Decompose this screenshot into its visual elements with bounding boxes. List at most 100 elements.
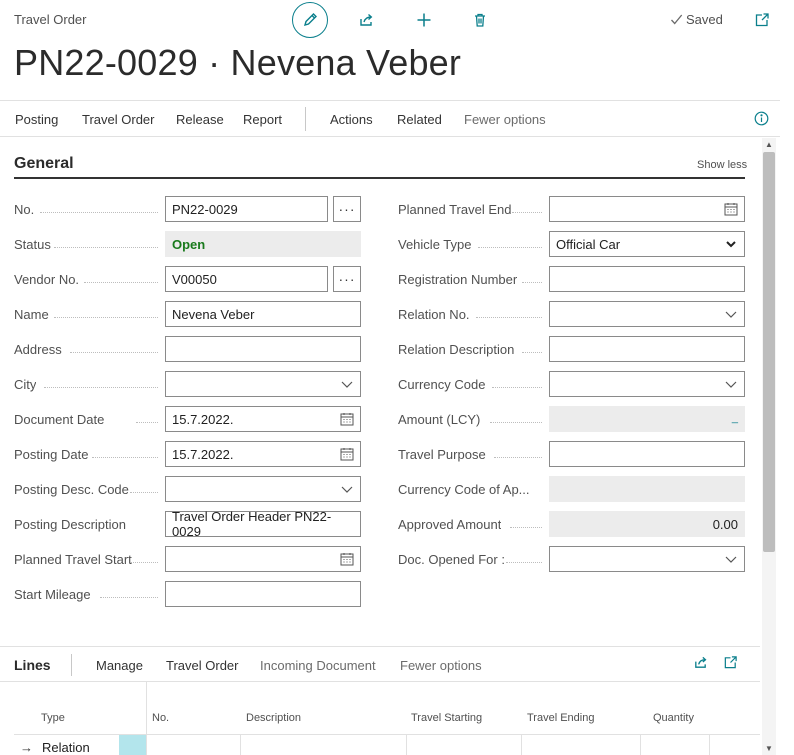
label-dots xyxy=(522,282,542,283)
grid-column-divider xyxy=(240,735,241,755)
share-icon xyxy=(360,13,373,26)
no-label: No. xyxy=(14,202,35,217)
column-header-travel-starting[interactable]: Travel Starting xyxy=(411,712,482,724)
planned-travel-start-label: Planned Travel Start xyxy=(14,552,132,567)
info-icon[interactable] xyxy=(754,111,769,131)
currency-code-approved-label: Currency Code of Ap... xyxy=(398,482,530,497)
currency-code-field[interactable] xyxy=(549,371,745,397)
planned-travel-end-field[interactable] xyxy=(549,196,745,222)
vehicle-type-label: Vehicle Type xyxy=(398,237,472,252)
amount-lcy-label: Amount (LCY) xyxy=(398,412,481,427)
start-mileage-field[interactable] xyxy=(165,581,361,607)
lines-action-fewer-options[interactable]: Fewer options xyxy=(400,658,482,673)
general-section-title[interactable]: General xyxy=(14,155,74,173)
posting-date-field[interactable]: 15.7.2022. xyxy=(165,441,361,467)
approved-amount-field: 0.00 xyxy=(549,511,745,537)
travel-purpose-field[interactable] xyxy=(549,441,745,467)
action-travel-order[interactable]: Travel Order xyxy=(82,112,154,127)
planned-travel-end-label: Planned Travel End xyxy=(398,202,512,217)
doc-opened-for-field[interactable] xyxy=(549,546,745,572)
no-field[interactable]: PN22-0029 xyxy=(165,196,328,222)
action-release[interactable]: Release xyxy=(176,112,224,127)
posting-desc-code-field[interactable] xyxy=(165,476,361,502)
label-dots xyxy=(512,212,542,213)
trash-icon xyxy=(475,13,485,27)
vendor-lookup-button[interactable]: ··· xyxy=(333,266,361,292)
action-fewer-options[interactable]: Fewer options xyxy=(464,112,546,127)
lines-expand-icon[interactable] xyxy=(723,655,738,675)
lines-section-title[interactable]: Lines xyxy=(14,657,51,673)
column-header-travel-ending[interactable]: Travel Ending xyxy=(527,712,594,724)
new-button[interactable] xyxy=(406,2,442,38)
action-actions[interactable]: Actions xyxy=(330,112,373,127)
page-title: PN22-0029 · Nevena Veber xyxy=(14,42,462,83)
label-dots xyxy=(522,352,542,353)
lines-share-icon[interactable] xyxy=(693,655,708,675)
column-header-description[interactable]: Description xyxy=(246,712,301,724)
lines-action-manage[interactable]: Manage xyxy=(96,658,143,673)
lines-separator xyxy=(71,654,72,676)
start-mileage-label: Start Mileage xyxy=(14,587,91,602)
grid-column-divider xyxy=(709,735,710,755)
currency-code-approved-field xyxy=(549,476,745,502)
label-dots xyxy=(490,422,542,423)
posting-description-field[interactable]: Travel Order Header PN22-0029 xyxy=(165,509,361,539)
scroll-up-icon[interactable]: ▲ xyxy=(765,140,773,149)
label-dots xyxy=(70,352,158,353)
calendar-icon[interactable] xyxy=(340,552,354,566)
calendar-icon[interactable] xyxy=(340,412,354,426)
approved-amount-label: Approved Amount xyxy=(398,517,502,532)
top-bar: Travel Order Saved xyxy=(0,0,794,40)
registration-number-field[interactable] xyxy=(549,266,745,292)
scroll-down-icon[interactable]: ▼ xyxy=(765,744,773,753)
vehicle-type-select[interactable]: Official Car xyxy=(549,231,745,257)
planned-travel-start-field[interactable] xyxy=(165,546,361,572)
amount-lcy-field[interactable]: _ xyxy=(549,406,745,432)
label-dots xyxy=(54,317,158,318)
page-scrollbar[interactable]: ▲ ▼ xyxy=(762,138,776,755)
saved-label: Saved xyxy=(686,12,723,27)
label-dots xyxy=(506,562,542,563)
chevron-down-icon xyxy=(341,381,353,388)
edit-button[interactable] xyxy=(292,2,328,38)
grid-column-divider xyxy=(146,682,147,755)
lines-action-travel-order[interactable]: Travel Order xyxy=(166,658,238,673)
lines-action-incoming-document[interactable]: Incoming Document xyxy=(260,658,376,673)
column-header-type[interactable]: Type xyxy=(41,712,65,724)
document-date-field[interactable]: 15.7.2022. xyxy=(165,406,361,432)
chevron-down-icon xyxy=(725,311,737,318)
column-header-no[interactable]: No. xyxy=(152,712,169,724)
relation-no-field[interactable] xyxy=(549,301,745,327)
saved-status: Saved xyxy=(670,12,723,27)
amount-lcy-value[interactable]: _ xyxy=(732,412,738,424)
calendar-icon[interactable] xyxy=(340,447,354,461)
delete-button[interactable] xyxy=(462,2,498,38)
action-related[interactable]: Related xyxy=(397,112,442,127)
document-date-label: Document Date xyxy=(14,412,105,427)
check-icon xyxy=(671,14,683,25)
calendar-icon[interactable] xyxy=(724,202,738,216)
row-arrow-icon: → xyxy=(20,740,33,755)
no-lookup-button[interactable]: ··· xyxy=(333,196,361,222)
name-field[interactable]: Nevena Veber xyxy=(165,301,361,327)
row-type-cell[interactable]: Relation xyxy=(42,740,90,755)
selected-cell[interactable] xyxy=(119,735,146,755)
action-report[interactable]: Report xyxy=(243,112,282,127)
label-dots xyxy=(40,212,158,213)
scroll-thumb[interactable] xyxy=(763,152,775,552)
label-dots xyxy=(92,457,158,458)
relation-description-field[interactable] xyxy=(549,336,745,362)
column-header-quantity[interactable]: Quantity xyxy=(653,712,694,724)
label-dots xyxy=(84,282,158,283)
share-button[interactable] xyxy=(348,2,384,38)
address-field[interactable] xyxy=(165,336,361,362)
lines-bar: Lines Manage Travel Order Incoming Docum… xyxy=(0,646,760,682)
vendor-no-field[interactable]: V00050 xyxy=(165,266,328,292)
registration-number-label: Registration Number xyxy=(398,272,518,287)
currency-code-label: Currency Code xyxy=(398,377,486,392)
action-posting[interactable]: Posting xyxy=(15,112,58,127)
show-less-link[interactable]: Show less xyxy=(697,159,747,171)
label-dots xyxy=(44,387,158,388)
city-field[interactable] xyxy=(165,371,361,397)
popout-button[interactable] xyxy=(744,2,780,38)
